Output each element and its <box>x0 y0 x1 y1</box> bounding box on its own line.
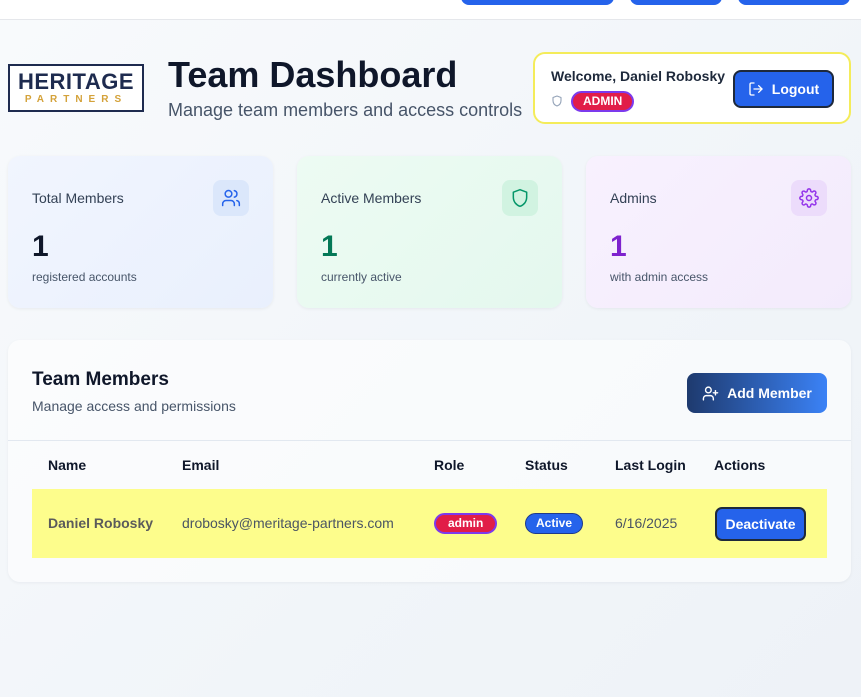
users-icon <box>213 180 249 216</box>
section-subtitle: Manage access and permissions <box>32 398 236 414</box>
stat-card-active-members: Active Members 1 currently active <box>297 156 562 308</box>
column-header-role: Role <box>434 457 465 473</box>
logout-button[interactable]: Logout <box>733 70 834 108</box>
stat-value: 1 <box>610 230 627 263</box>
member-last-login: 6/16/2025 <box>615 515 678 531</box>
shield-icon <box>502 180 538 216</box>
stat-card-admins: Admins 1 with admin access <box>586 156 851 308</box>
gear-icon <box>791 180 827 216</box>
stat-subtext: currently active <box>321 270 402 284</box>
status-badge: Active <box>525 513 584 534</box>
stat-label: Active Members <box>321 190 422 206</box>
stat-value: 1 <box>321 230 338 263</box>
logout-icon <box>749 82 763 96</box>
logout-label: Logout <box>771 81 820 97</box>
deactivate-button[interactable]: Deactivate <box>715 507 806 541</box>
column-header-name: Name <box>48 457 87 473</box>
company-logo: HERITAGE PARTNERS <box>8 64 144 112</box>
member-email: drobosky@meritage-partners.com <box>182 515 394 531</box>
column-header-status: Status <box>525 457 568 473</box>
divider <box>8 440 851 441</box>
top-nav-button[interactable] <box>738 0 850 5</box>
page-title: Team Dashboard <box>168 54 458 95</box>
table-row: Daniel Robosky drobosky@meritage-partner… <box>32 489 827 558</box>
column-header-last-login: Last Login <box>615 457 686 473</box>
stat-label: Total Members <box>32 190 124 206</box>
top-nav-button[interactable] <box>630 0 722 5</box>
member-name: Daniel Robosky <box>48 515 154 531</box>
stat-subtext: registered accounts <box>32 270 137 284</box>
stat-value: 1 <box>32 230 49 263</box>
welcome-text: Welcome, Daniel Robosky <box>551 68 726 84</box>
stat-card-total-members: Total Members 1 registered accounts <box>8 156 273 308</box>
logo-wordmark: HERITAGE <box>17 68 135 94</box>
add-member-label: Add Member <box>727 385 812 401</box>
role-badge: admin <box>434 513 498 534</box>
top-nav-button[interactable] <box>461 0 614 5</box>
page-subtitle: Manage team members and access controls <box>168 100 523 120</box>
add-member-button[interactable]: Add Member <box>687 373 827 413</box>
stat-label: Admins <box>610 190 657 206</box>
top-navigation-bar <box>0 0 861 20</box>
user-welcome-panel: Welcome, Daniel Robosky ADMIN Logout <box>533 52 851 124</box>
shield-icon <box>552 95 562 107</box>
stat-subtext: with admin access <box>610 270 709 284</box>
role-badge: ADMIN <box>571 91 635 112</box>
user-plus-icon <box>702 385 719 401</box>
column-header-email: Email <box>182 457 220 473</box>
logo-tagline: PARTNERS <box>24 93 128 105</box>
team-members-panel: Team Members Manage access and permissio… <box>8 340 851 582</box>
section-title: Team Members <box>32 369 169 390</box>
column-header-actions: Actions <box>714 457 766 473</box>
